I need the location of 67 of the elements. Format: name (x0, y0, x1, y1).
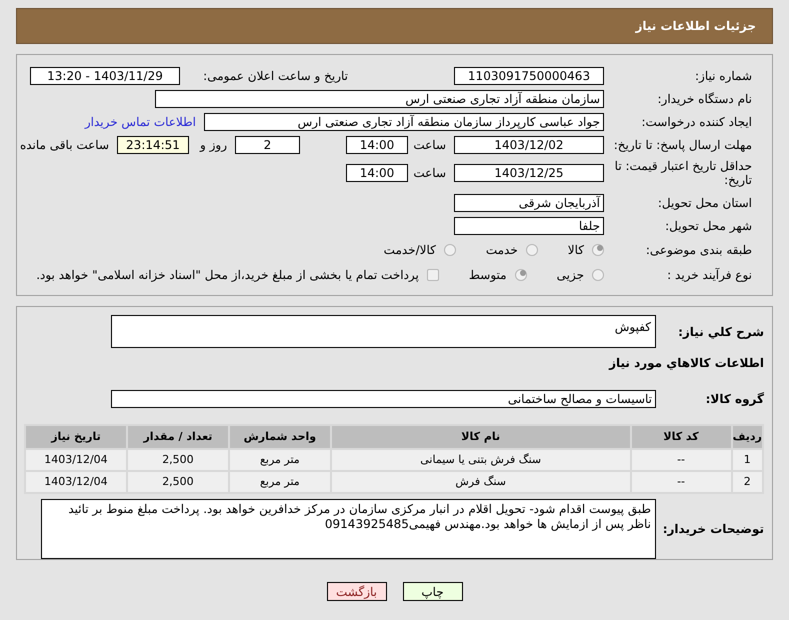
table-cell: 2,500 (126, 471, 229, 493)
field-label: نوع فرآیند خرید : (666, 268, 752, 282)
radio-button[interactable] (514, 269, 527, 281)
table-cell: سنگ فرش بتنی یا سیمانی (330, 449, 631, 471)
radio-button[interactable] (526, 244, 538, 256)
description-field: کفپوش (111, 315, 656, 348)
notes-text: طبق پیوست اقدام شود- تحویل اقلام در انبار مرکزی سازمان در مرکز خدافرین خواهد بود. پرداخت مبلغ منوط بر تائید ناظر پس از ازمایش ها خواهد بود.مهندس فهیمی09143925485 (67, 502, 651, 532)
column-header: تعداد / مقدار (126, 425, 229, 449)
option-label: خدمت (486, 242, 518, 259)
table-cell: -- (630, 471, 732, 493)
table-cell: 2 (732, 471, 763, 493)
field-value: 23:14:51 (117, 136, 189, 154)
field-value: سازمان منطقه آزاد تجاری صنعتی ارس (155, 90, 604, 108)
field-label: شرح کلي نياز: (677, 324, 764, 340)
field-value: 1403/12/02 (454, 136, 604, 154)
option-label: جزیی (556, 267, 584, 284)
radio-button[interactable] (592, 244, 604, 256)
field-label: طبقه بندی موضوعی: (644, 243, 752, 257)
field-value: جلفا (454, 217, 604, 235)
contact-link[interactable]: اطلاعات تماس خریدار (84, 113, 196, 131)
field-label: ساعت باقی مانده (20, 137, 109, 154)
field-label: شماره نیاز: (694, 69, 752, 83)
table-cell: سنگ فرش (330, 471, 631, 493)
field-label: نام دستگاه خریدار: (656, 92, 752, 106)
field-value: تاسیسات و مصالح ساختمانی (111, 390, 656, 408)
column-header: ردیف (732, 425, 763, 449)
table-cell: متر مربع (228, 449, 331, 471)
field-label: روز و (198, 137, 227, 154)
field-label: گروه کالا: (704, 391, 764, 408)
option-label: کالا/خدمت (384, 242, 436, 259)
checkbox[interactable] (426, 269, 439, 281)
field-value: 1403/11/29 - 13:20 (30, 67, 180, 85)
table-cell: -- (630, 449, 732, 471)
table-cell: 1403/12/04 (25, 449, 127, 471)
radio-button[interactable] (592, 269, 604, 281)
section-heading: اطلاعات كالاهاي مورد نياز (609, 355, 764, 372)
field-value: 14:00 (346, 164, 408, 182)
radio-button[interactable] (444, 244, 456, 256)
field-label: تاریخ و ساعت اعلان عمومی: (202, 69, 348, 83)
field-label: مهلت ارسال پاسخ: تا تاریخ: (612, 138, 752, 152)
field-value: جواد عباسی کارپرداز سازمان منطقه آزاد تجاری صنعتی ارس (204, 113, 604, 131)
field-label: توضیحات خریدار: (664, 521, 764, 538)
table-cell: 1403/12/04 (25, 471, 127, 493)
field-label: ساعت (416, 165, 446, 182)
column-header: نام کالا (330, 425, 631, 449)
field-label: ساعت (416, 137, 446, 154)
field-value: 2 (235, 136, 300, 154)
table-cell: 1 (732, 449, 763, 471)
field-label: شهر محل تحویل: (664, 219, 752, 233)
column-header: تاریخ نیاز (25, 425, 127, 449)
field-label: ایجاد کننده درخواست: (640, 115, 752, 129)
field-label: استان محل تحویل: (656, 196, 752, 210)
column-header: کد کالا (630, 425, 732, 449)
field-label: حداقل تاریخ اعتبار قیمت: تا تاریخ: (614, 159, 752, 187)
column-header: واحد شمارش (228, 425, 331, 449)
field-value: 1103091750000463 (454, 67, 604, 85)
back-button[interactable]: بازگشت (326, 582, 386, 601)
page-title: جزئیات اطلاعات نیاز (635, 18, 756, 35)
field-value: آذربایجان شرقی (454, 194, 604, 212)
option-label: کالا (568, 242, 584, 259)
option-label: پرداخت تمام یا بخشی از مبلغ خرید،از محل "اسناد خزانه اسلامی" خواهد بود. (36, 267, 419, 284)
option-label: متوسط (468, 267, 507, 284)
field-value: 1403/12/25 (454, 164, 604, 182)
table-cell: 2,500 (126, 449, 229, 471)
table-cell: متر مربع (228, 471, 331, 493)
field-value: 14:00 (346, 136, 408, 154)
print-button[interactable]: چاپ (402, 582, 462, 601)
